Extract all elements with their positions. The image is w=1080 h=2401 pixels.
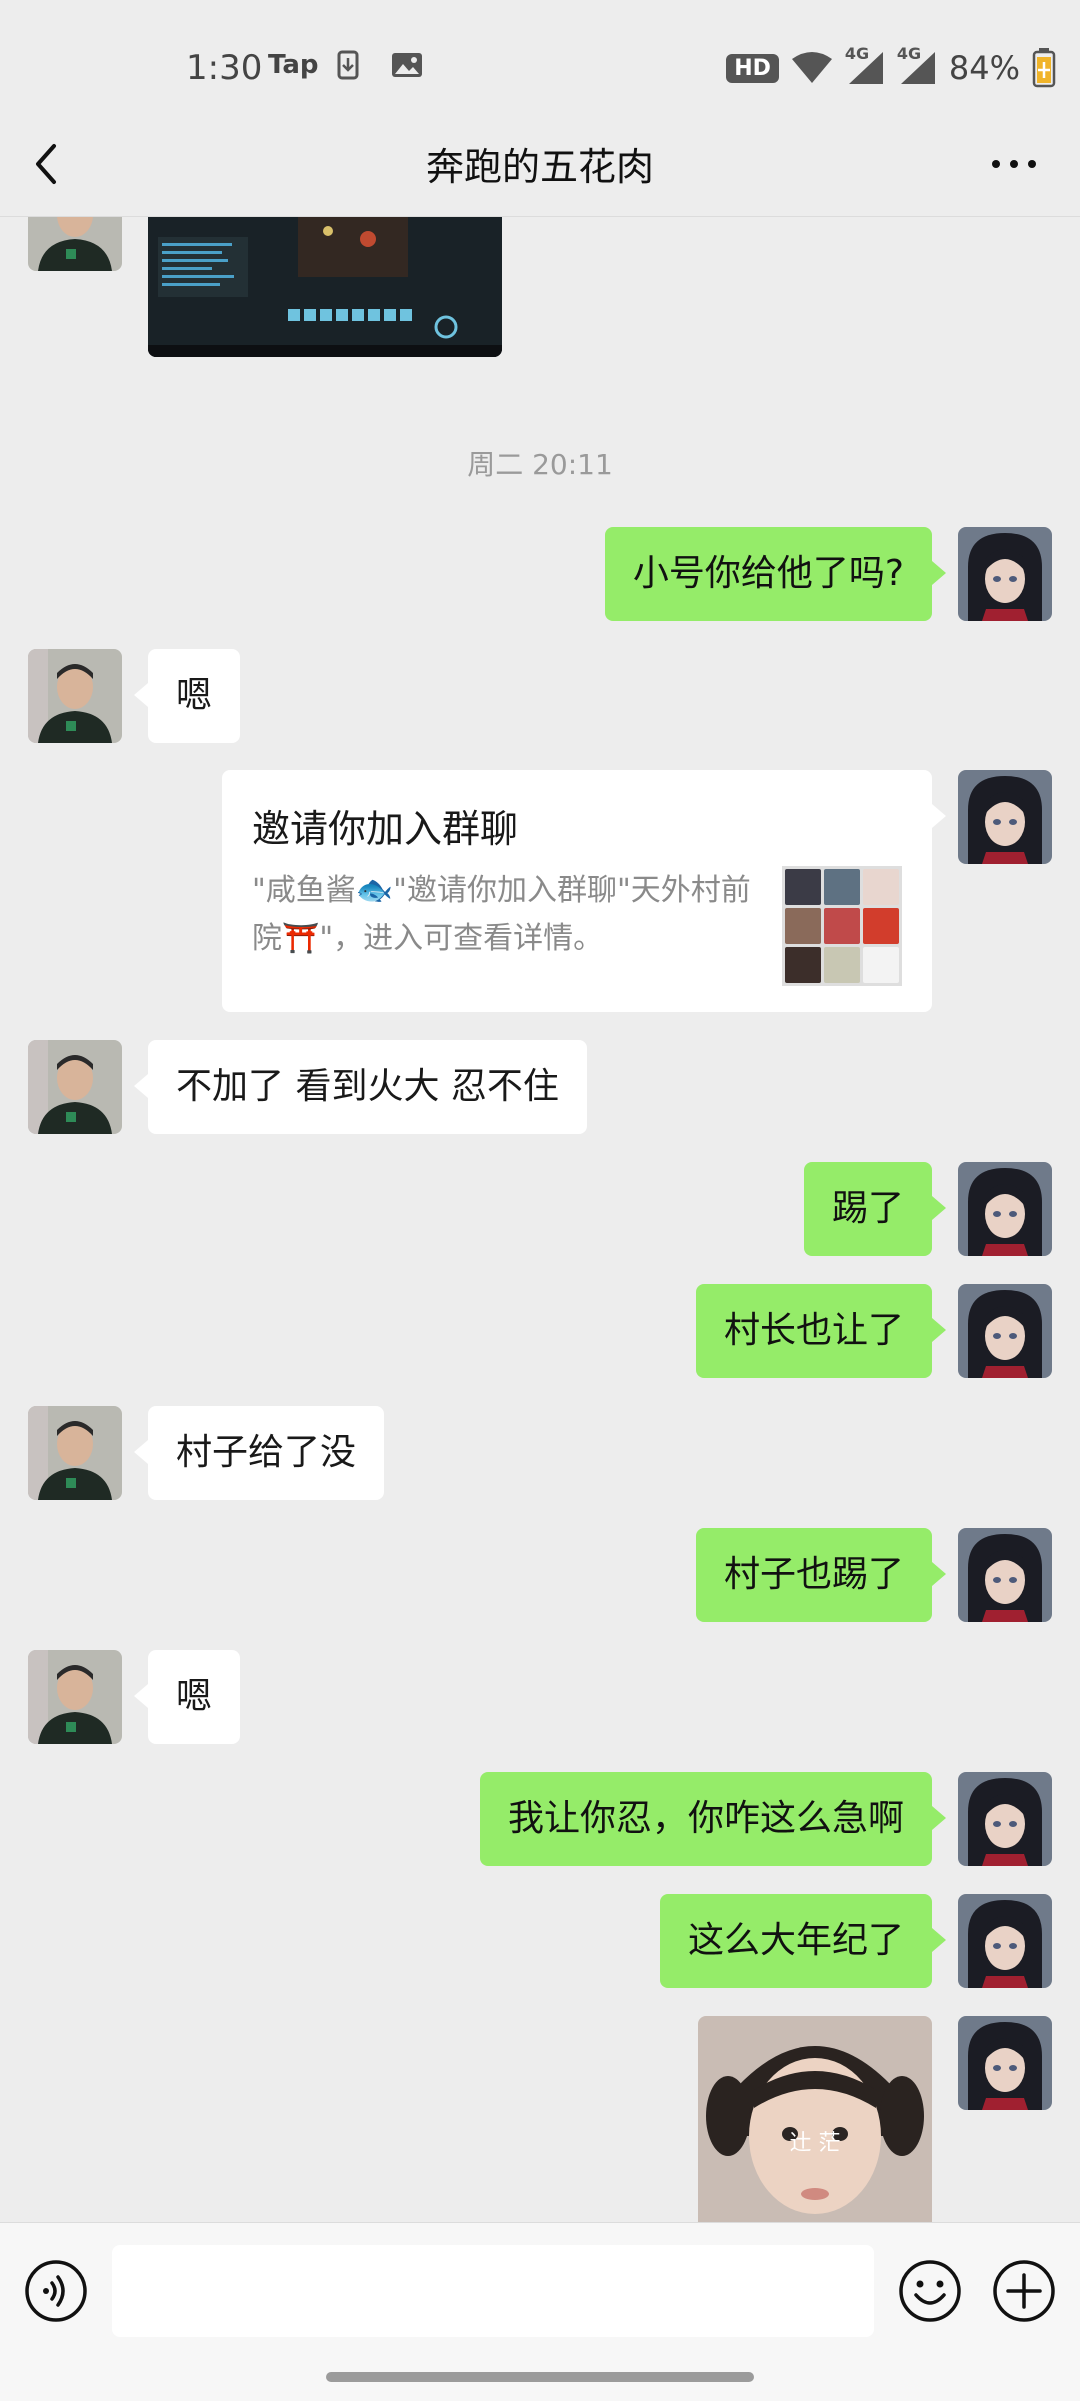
self-avatar[interactable]	[958, 1772, 1052, 1866]
message-bubble-self[interactable]: 踢了	[803, 1162, 947, 1256]
message-row: 村长也让了	[0, 1284, 1080, 1378]
battery-icon	[1032, 48, 1056, 88]
self-avatar[interactable]	[958, 1528, 1052, 1622]
message-row: 我让你忍，你咋这么急啊	[0, 1772, 1080, 1866]
self-avatar[interactable]	[958, 1894, 1052, 1988]
message-row: 村子给了没	[0, 1406, 1080, 1500]
emoji-icon[interactable]	[898, 2259, 962, 2323]
status-right-group: HD 4G 4G 84%	[726, 44, 1056, 88]
message-row: 不加了 看到火大 忍不住	[0, 1040, 1080, 1134]
message-row: 辻 茫	[0, 2016, 1080, 2222]
status-time: 1:30	[186, 48, 263, 88]
invite-description: "咸鱼酱🐟"邀请你加入群聊"天外村前院⛩️"，进入可查看详情。	[252, 873, 751, 956]
network-type-1: 4G	[844, 44, 870, 63]
voice-icon[interactable]	[24, 2259, 88, 2323]
battery-percent: 84%	[948, 49, 1020, 87]
more-options-button[interactable]	[988, 140, 1040, 188]
message-bubble-contact[interactable]: 村子给了没	[133, 1406, 385, 1500]
self-avatar[interactable]	[958, 1284, 1052, 1378]
invite-title: 邀请你加入群聊	[252, 807, 519, 851]
message-bubble-self[interactable]: 我让你忍，你咋这么急啊	[479, 1772, 947, 1866]
contact-avatar[interactable]	[28, 1650, 122, 1744]
network-type-2: 4G	[896, 44, 922, 63]
home-indicator[interactable]	[326, 2372, 754, 2382]
wifi-icon	[791, 52, 832, 83]
self-avatar[interactable]	[958, 2016, 1052, 2110]
sticker-caption: 辻 茫	[790, 2131, 841, 2156]
download-notification-icon	[337, 50, 359, 80]
message-row: 这么大年纪了	[0, 1894, 1080, 1988]
message-bubble-self[interactable]: 小号你给他了吗?	[604, 527, 947, 621]
chat-message-list[interactable]: 周二 20:11 小号你给他了吗? 嗯 邀请你加入群聊 "咸鱼酱🐟"邀请你加入群…	[0, 217, 1080, 2222]
message-bubble-contact[interactable]: 嗯	[133, 1650, 241, 1744]
self-avatar[interactable]	[958, 527, 1052, 621]
contact-avatar[interactable]	[28, 217, 122, 271]
message-bubble-self[interactable]: 村长也让了	[695, 1284, 947, 1378]
contact-avatar[interactable]	[28, 649, 122, 743]
message-row: 邀请你加入群聊 "咸鱼酱🐟"邀请你加入群聊"天外村前院⛩️"，进入可查看详情。	[0, 770, 1080, 1012]
message-bubble-contact[interactable]: 不加了 看到火大 忍不住	[134, 1040, 587, 1134]
sticker-image[interactable]: 辻 茫	[698, 2016, 932, 2222]
gallery-notification-icon	[392, 53, 422, 77]
contact-avatar[interactable]	[28, 1040, 122, 1134]
group-invite-card[interactable]: 邀请你加入群聊 "咸鱼酱🐟"邀请你加入群聊"天外村前院⛩️"，进入可查看详情。	[222, 770, 946, 1012]
message-row: 村子也踢了	[0, 1528, 1080, 1622]
game-screenshot-image[interactable]	[148, 217, 502, 357]
message-row	[0, 217, 1080, 357]
signal-icon-2: 4G	[897, 44, 937, 86]
self-avatar[interactable]	[958, 1162, 1052, 1256]
message-row: 踢了	[0, 1162, 1080, 1256]
self-avatar[interactable]	[958, 770, 1052, 864]
signal-icon-1: 4G	[845, 44, 885, 86]
status-bar: 1:30 Tap HD 4G 4G 84%	[0, 0, 1080, 128]
message-row: 嗯	[0, 649, 1080, 743]
plus-icon[interactable]	[992, 2259, 1056, 2323]
message-bubble-contact[interactable]: 嗯	[133, 649, 241, 743]
message-row: 嗯	[0, 1650, 1080, 1744]
hd-badge: HD	[726, 53, 779, 83]
contact-avatar[interactable]	[28, 1406, 122, 1500]
message-row: 小号你给他了吗?	[0, 527, 1080, 621]
message-bubble-self[interactable]: 村子也踢了	[695, 1528, 947, 1622]
tap-app-icon: Tap	[268, 50, 319, 80]
chat-header: 奔跑的五花肉	[0, 112, 1080, 217]
group-avatar-grid	[782, 866, 902, 986]
chat-title: 奔跑的五花肉	[425, 145, 654, 189]
message-timestamp: 周二 20:11	[467, 448, 613, 481]
message-input[interactable]	[112, 2245, 874, 2337]
message-bubble-self[interactable]: 这么大年纪了	[659, 1894, 947, 1988]
